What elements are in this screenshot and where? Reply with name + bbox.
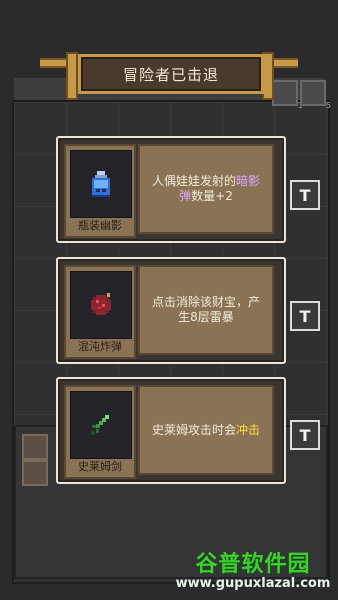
item-description: 人偶娃娃发射的暗影弹数量+2: [138, 144, 274, 234]
watermark-title: 谷普软件园: [195, 552, 311, 577]
desc-highlight: 冲击: [236, 422, 261, 437]
item-slot[interactable]: [22, 434, 48, 460]
item-name: 史莱姆剑: [78, 460, 122, 473]
chaos-bomb-icon: [70, 271, 132, 339]
item-icon-frame: 瓶装幽影: [64, 144, 136, 238]
reward-card-bottled-ghost[interactable]: 瓶装幽影 人偶娃娃发射的暗影弹数量+2: [56, 136, 286, 243]
inventory-slot[interactable]: 5: [300, 80, 331, 110]
banner-post-left: [66, 52, 78, 100]
slime-sword-icon: [70, 391, 132, 459]
item-icon-frame: 混沌炸弹: [64, 265, 136, 359]
info-button[interactable]: T: [290, 420, 320, 450]
item-description: 史莱姆攻击时会冲击: [138, 385, 274, 475]
page-title: 冒险者已击退: [78, 54, 264, 94]
desc-text: 史莱姆攻击时会: [151, 422, 236, 437]
desc-text: 点击消除该财宝，产生8层雷暴: [151, 295, 260, 324]
desc-text: 人偶娃娃发射的: [151, 174, 236, 188]
title-banner: 冒险者已击退: [40, 44, 298, 104]
watermark-url: www.gupuxlazal.com: [175, 576, 331, 591]
item-description: 点击消除该财宝，产生8层雷暴: [138, 265, 274, 355]
site-watermark: 谷普软件园 www.gupuxlazal.com: [168, 546, 338, 600]
item-slot[interactable]: [22, 460, 48, 486]
item-icon-frame: 史莱姆剑: [64, 385, 136, 479]
desc-text: 数量+2: [191, 189, 233, 203]
reward-card-slime-sword[interactable]: 史莱姆剑 史莱姆攻击时会冲击: [56, 377, 286, 484]
info-button[interactable]: T: [290, 301, 320, 331]
reward-card-chaos-bomb[interactable]: 混沌炸弹 点击消除该财宝，产生8层雷暴: [56, 257, 286, 364]
item-name: 混沌炸弹: [78, 340, 122, 353]
slot-count: 5: [325, 101, 331, 110]
item-name: 瓶装幽影: [78, 219, 122, 232]
info-button[interactable]: T: [290, 180, 320, 210]
bottled-ghost-icon: [70, 150, 132, 218]
